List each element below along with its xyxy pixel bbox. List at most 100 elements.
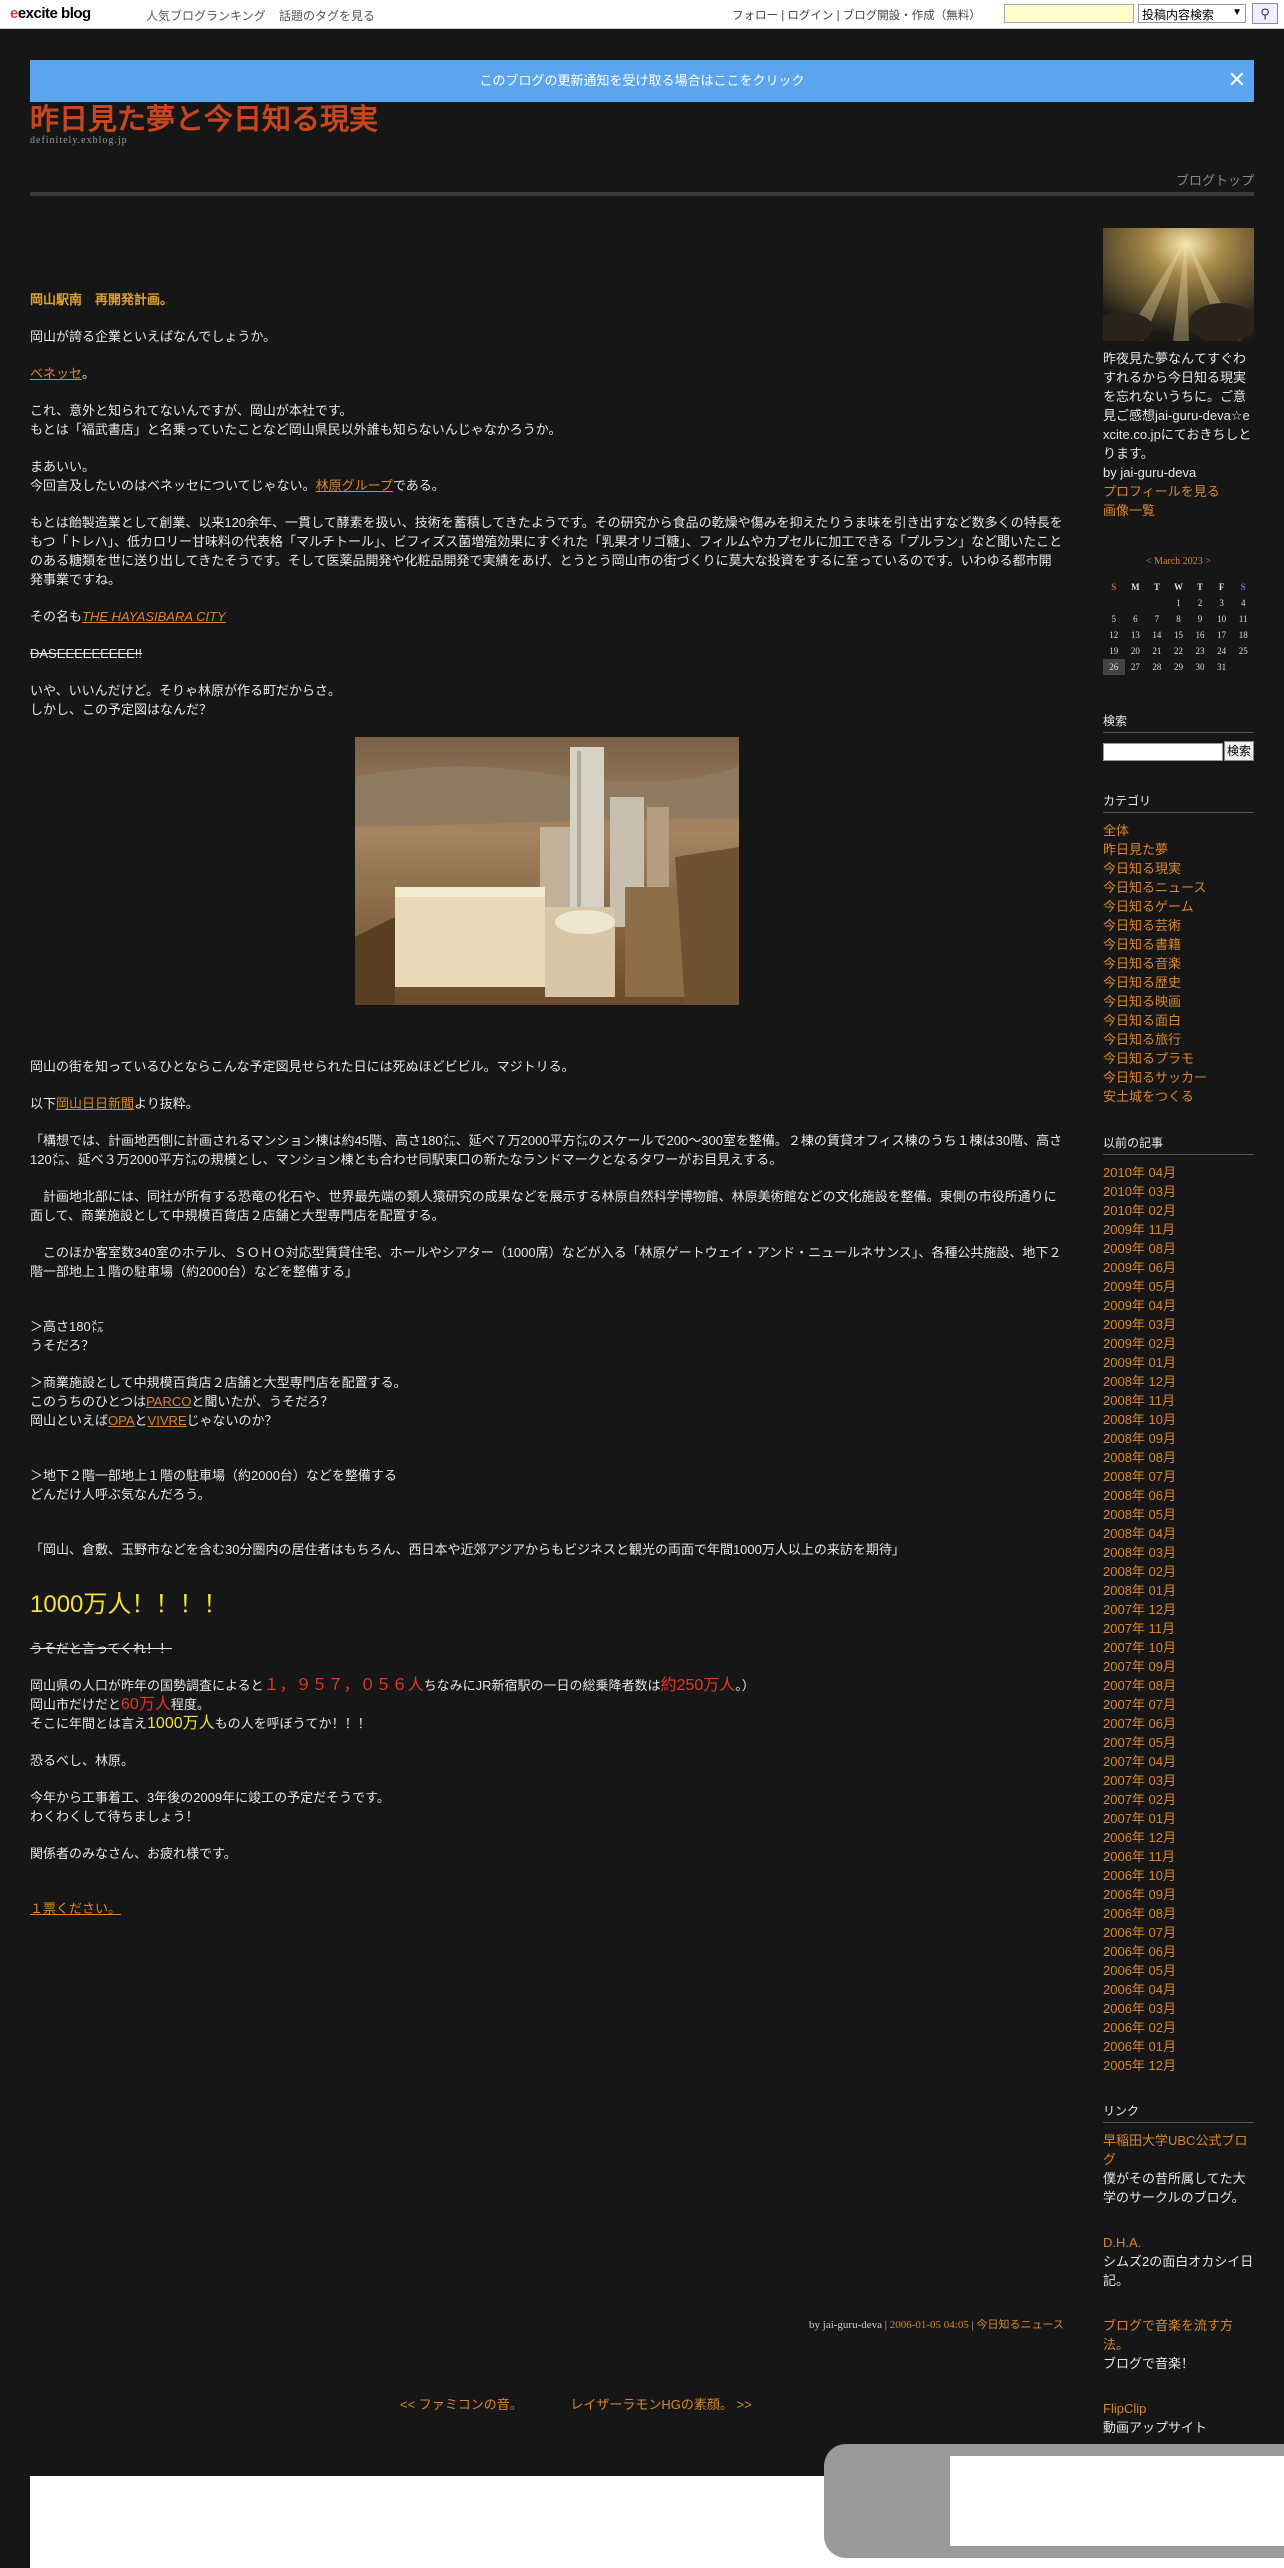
archive-item[interactable]: 2007年 10月 — [1103, 1638, 1254, 1657]
calendar-day[interactable]: 27 — [1125, 659, 1147, 675]
external-link[interactable]: ブログで音楽を流す方法。 — [1103, 2316, 1254, 2354]
calendar-day[interactable]: 28 — [1146, 659, 1168, 675]
city-plan-image[interactable] — [355, 737, 739, 1005]
calendar-day[interactable]: 20 — [1125, 643, 1147, 659]
archive-item[interactable]: 2007年 06月 — [1103, 1714, 1254, 1733]
calendar-day[interactable]: 30 — [1189, 659, 1211, 675]
archive-item[interactable]: 2006年 03月 — [1103, 1999, 1254, 2018]
archive-item[interactable]: 2008年 06月 — [1103, 1486, 1254, 1505]
calendar-day[interactable]: 3 — [1211, 595, 1233, 611]
search-button[interactable]: ⚲ — [1252, 3, 1278, 24]
external-link[interactable]: D.H.A. — [1103, 2233, 1254, 2252]
ranking-link[interactable]: 人気ブログランキング — [146, 9, 266, 23]
calendar-day[interactable]: 15 — [1168, 627, 1190, 643]
archive-item[interactable]: 2008年 02月 — [1103, 1562, 1254, 1581]
calendar-day[interactable]: 24 — [1211, 643, 1233, 659]
blog-top-link[interactable]: ブログトップ — [1176, 170, 1254, 189]
post-permalink[interactable]: 2006-01-05 04:05 — [890, 2319, 969, 2331]
profile-image[interactable] — [1103, 228, 1254, 341]
excite-blog-logo[interactable]: eexcite blog — [10, 5, 91, 22]
toolbar-search-input[interactable] — [1004, 4, 1134, 23]
archive-item[interactable]: 2008年 01月 — [1103, 1581, 1254, 1600]
calendar-day[interactable]: 12 — [1103, 627, 1125, 643]
category-item[interactable]: 今日知る歴史 — [1103, 973, 1254, 992]
calendar-day[interactable]: 26 — [1103, 659, 1125, 675]
profile-link[interactable]: プロフィールを見る — [1103, 482, 1254, 501]
archive-item[interactable]: 2007年 02月 — [1103, 1790, 1254, 1809]
archive-item[interactable]: 2006年 10月 — [1103, 1866, 1254, 1885]
category-item[interactable]: 今日知るゲーム — [1103, 897, 1254, 916]
archive-item[interactable]: 2009年 01月 — [1103, 1353, 1254, 1372]
category-item[interactable]: 今日知る面白 — [1103, 1011, 1254, 1030]
calendar-day[interactable]: 4 — [1232, 595, 1254, 611]
archive-item[interactable]: 2007年 05月 — [1103, 1733, 1254, 1752]
category-item[interactable]: 昨日見た夢 — [1103, 840, 1254, 859]
vote-link[interactable]: １票ください。 — [30, 1899, 1064, 1918]
archive-item[interactable]: 2007年 03月 — [1103, 1771, 1254, 1790]
archive-item[interactable]: 2008年 10月 — [1103, 1410, 1254, 1429]
post-category-link[interactable]: 今日知るニュース — [977, 2319, 1064, 2331]
calendar-day[interactable]: 11 — [1232, 611, 1254, 627]
category-item[interactable]: 今日知る現実 — [1103, 859, 1254, 878]
calendar-day[interactable]: 21 — [1146, 643, 1168, 659]
prev-post-link[interactable]: << ファミコンの音。 — [400, 2397, 523, 2412]
calendar-day[interactable]: 2 — [1189, 595, 1211, 611]
calendar-day[interactable]: 7 — [1146, 611, 1168, 627]
close-icon[interactable]: ✕ — [1228, 60, 1246, 100]
calendar-day[interactable]: 8 — [1168, 611, 1190, 627]
archive-item[interactable]: 2006年 09月 — [1103, 1885, 1254, 1904]
archive-item[interactable]: 2006年 05月 — [1103, 1961, 1254, 1980]
calendar-day[interactable]: 13 — [1125, 627, 1147, 643]
calendar-day[interactable]: 10 — [1211, 611, 1233, 627]
archive-item[interactable]: 2006年 04月 — [1103, 1980, 1254, 1999]
archive-item[interactable]: 2009年 05月 — [1103, 1277, 1254, 1296]
archive-item[interactable]: 2010年 03月 — [1103, 1182, 1254, 1201]
archive-item[interactable]: 2006年 11月 — [1103, 1847, 1254, 1866]
archive-item[interactable]: 2005年 12月 — [1103, 2056, 1254, 2075]
calendar-title[interactable]: < March 2023 > — [1103, 556, 1254, 567]
archive-item[interactable]: 2007年 01月 — [1103, 1809, 1254, 1828]
calendar-day[interactable]: 9 — [1189, 611, 1211, 627]
category-item[interactable]: 今日知る旅行 — [1103, 1030, 1254, 1049]
archive-item[interactable]: 2006年 12月 — [1103, 1828, 1254, 1847]
tags-link[interactable]: 話題のタグを見る — [279, 9, 375, 23]
archive-item[interactable]: 2010年 04月 — [1103, 1163, 1254, 1182]
category-item[interactable]: 今日知るサッカー — [1103, 1068, 1254, 1087]
archive-item[interactable]: 2007年 11月 — [1103, 1619, 1254, 1638]
archive-item[interactable]: 2008年 04月 — [1103, 1524, 1254, 1543]
category-item[interactable]: 今日知る芸術 — [1103, 916, 1254, 935]
archive-item[interactable]: 2009年 02月 — [1103, 1334, 1254, 1353]
calendar-day[interactable]: 17 — [1211, 627, 1233, 643]
archive-item[interactable]: 2007年 04月 — [1103, 1752, 1254, 1771]
category-item[interactable]: 今日知るプラモ — [1103, 1049, 1254, 1068]
calendar-day[interactable]: 5 — [1103, 611, 1125, 627]
calendar-day[interactable]: 22 — [1168, 643, 1190, 659]
archive-item[interactable]: 2010年 02月 — [1103, 1201, 1254, 1220]
external-link[interactable]: 早稲田大学UBC公式ブログ — [1103, 2131, 1254, 2169]
calendar-day[interactable]: 14 — [1146, 627, 1168, 643]
archive-item[interactable]: 2008年 05月 — [1103, 1505, 1254, 1524]
archive-item[interactable]: 2007年 12月 — [1103, 1600, 1254, 1619]
archive-item[interactable]: 2009年 04月 — [1103, 1296, 1254, 1315]
parco-link[interactable]: PARCO — [146, 1394, 191, 1409]
vivre-link[interactable]: VIVRE — [148, 1413, 187, 1428]
search-scope-select[interactable]: 投稿内容検索 ▼ — [1138, 4, 1246, 23]
category-item[interactable]: 全体 — [1103, 821, 1254, 840]
archive-item[interactable]: 2009年 06月 — [1103, 1258, 1254, 1277]
calendar-day[interactable]: 29 — [1168, 659, 1190, 675]
archive-item[interactable]: 2008年 03月 — [1103, 1543, 1254, 1562]
benesse-link[interactable]: ベネッセ — [30, 366, 82, 381]
next-post-link[interactable]: レイザーラモンHGの素顔。 >> — [570, 2397, 751, 2412]
archive-item[interactable]: 2006年 02月 — [1103, 2018, 1254, 2037]
okayama-nichinichi-link[interactable]: 岡山日日新聞 — [56, 1096, 134, 1111]
images-link[interactable]: 画像一覧 — [1103, 501, 1254, 520]
calendar-day[interactable]: 18 — [1232, 627, 1254, 643]
category-item[interactable]: 今日知る書籍 — [1103, 935, 1254, 954]
category-item[interactable]: 今日知る映画 — [1103, 992, 1254, 1011]
archive-item[interactable]: 2008年 11月 — [1103, 1391, 1254, 1410]
archive-item[interactable]: 2007年 07月 — [1103, 1695, 1254, 1714]
calendar-day[interactable]: 19 — [1103, 643, 1125, 659]
hayashibara-city-link[interactable]: THE HAYASIBARA CITY — [82, 609, 226, 624]
archive-item[interactable]: 2009年 08月 — [1103, 1239, 1254, 1258]
calendar-day[interactable]: 31 — [1211, 659, 1233, 675]
